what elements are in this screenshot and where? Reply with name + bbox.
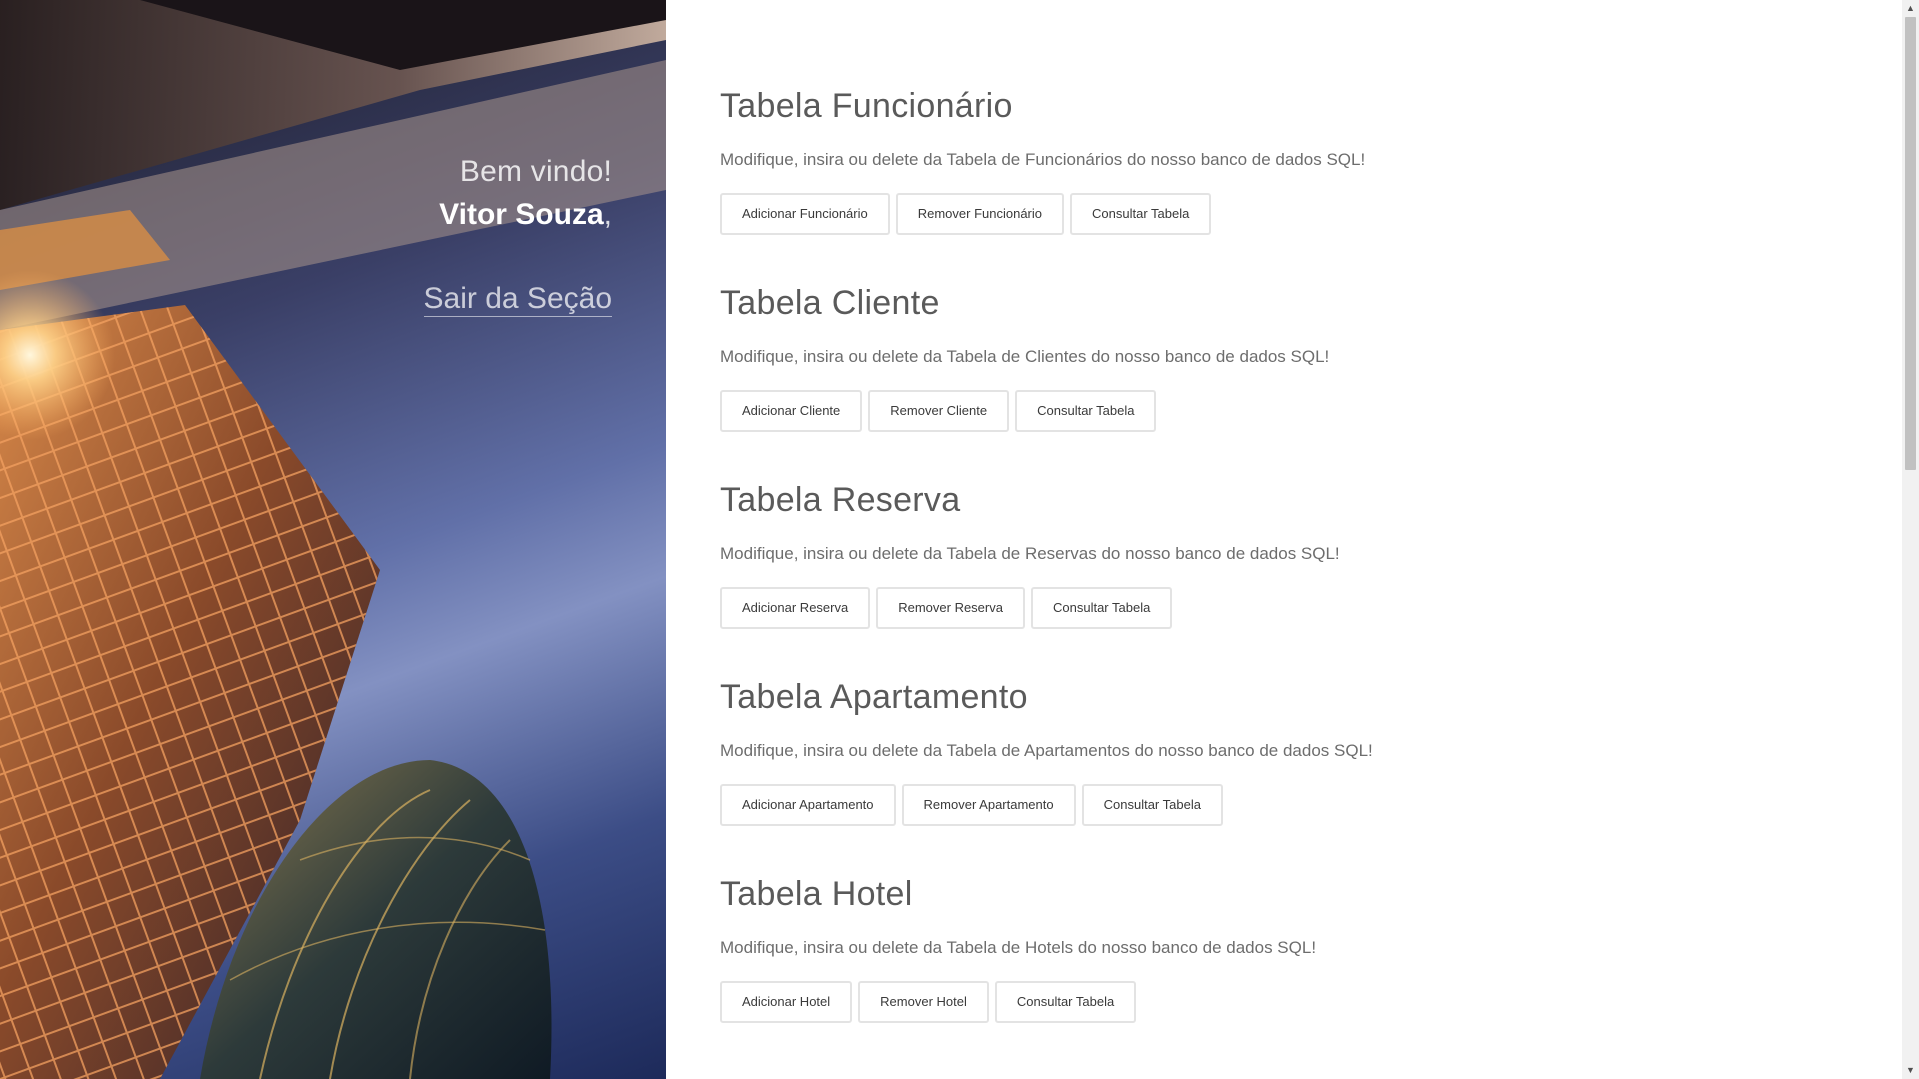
button-group: Adicionar Funcionário Remover Funcionári… xyxy=(720,193,1820,235)
add-cliente-button[interactable]: Adicionar Cliente xyxy=(720,390,863,432)
section-description: Modifique, insira ou delete da Tabela de… xyxy=(720,938,1317,957)
add-hotel-button[interactable]: Adicionar Hotel xyxy=(720,981,853,1023)
logout-link[interactable]: Sair da Seção xyxy=(423,282,612,317)
scrollbar-thumb[interactable] xyxy=(1905,17,1916,470)
section-cliente: Tabela Cliente Modifique, insira ou dele… xyxy=(720,279,1820,476)
section-funcionario: Tabela Funcionário Modifique, insira ou … xyxy=(720,82,1820,279)
section-title: Tabela Funcionário xyxy=(720,87,1013,125)
remove-funcionario-button[interactable]: Remover Funcionário xyxy=(895,193,1065,235)
section-title: Tabela Cliente xyxy=(720,284,940,322)
section-title: Tabela Reserva xyxy=(720,481,961,519)
section-description: Modifique, insira ou delete da Tabela de… xyxy=(720,741,1373,760)
welcome-text: Bem vindo! xyxy=(459,155,612,188)
remove-hotel-button[interactable]: Remover Hotel xyxy=(858,981,989,1023)
remove-cliente-button[interactable]: Remover Cliente xyxy=(868,390,1010,432)
greeting: Bem vindo! Vitor Souza, xyxy=(439,150,612,236)
section-description: Modifique, insira ou delete da Tabela de… xyxy=(720,347,1330,366)
triangle-down-icon[interactable]: ▼ xyxy=(1902,1062,1919,1079)
triangle-up-icon[interactable]: ▲ xyxy=(1902,0,1919,17)
section-reserva: Tabela Reserva Modifique, insira ou dele… xyxy=(720,476,1820,673)
section-description: Modifique, insira ou delete da Tabela de… xyxy=(720,544,1340,563)
add-reserva-button[interactable]: Adicionar Reserva xyxy=(720,587,871,629)
section-title: Tabela Hotel xyxy=(720,875,913,913)
section-hotel: Tabela Hotel Modifique, insira ou delete… xyxy=(720,870,1820,1067)
button-group: Adicionar Apartamento Remover Apartament… xyxy=(720,784,1820,826)
section-apartamento: Tabela Apartamento Modifique, insira ou … xyxy=(720,673,1820,870)
page: Bem vindo! Vitor Souza, Sair da Seção Ta… xyxy=(0,0,1919,1079)
query-hotel-button[interactable]: Consultar Tabela xyxy=(994,981,1137,1023)
query-apartamento-button[interactable]: Consultar Tabela xyxy=(1081,784,1223,826)
name-suffix: , xyxy=(603,198,612,231)
hero-panel: Bem vindo! Vitor Souza, Sair da Seção xyxy=(0,0,666,1079)
remove-reserva-button[interactable]: Remover Reserva xyxy=(876,587,1025,629)
button-group: Adicionar Hotel Remover Hotel Consultar … xyxy=(720,981,1820,1023)
main-content: Tabela Funcionário Modifique, insira ou … xyxy=(720,82,1820,1067)
query-cliente-button[interactable]: Consultar Tabela xyxy=(1015,390,1157,432)
user-name: Vitor Souza xyxy=(439,198,604,231)
section-title: Tabela Apartamento xyxy=(720,678,1028,716)
vertical-scrollbar[interactable]: ▲ ▼ xyxy=(1902,0,1919,1079)
button-group: Adicionar Reserva Remover Reserva Consul… xyxy=(720,587,1820,629)
query-reserva-button[interactable]: Consultar Tabela xyxy=(1030,587,1173,629)
remove-apartamento-button[interactable]: Remover Apartamento xyxy=(901,784,1076,826)
button-group: Adicionar Cliente Remover Cliente Consul… xyxy=(720,390,1820,432)
user-name-line: Vitor Souza, xyxy=(439,194,612,236)
add-apartamento-button[interactable]: Adicionar Apartamento xyxy=(720,784,896,826)
query-funcionario-button[interactable]: Consultar Tabela xyxy=(1070,193,1212,235)
add-funcionario-button[interactable]: Adicionar Funcionário xyxy=(720,193,890,235)
section-description: Modifique, insira ou delete da Tabela de… xyxy=(720,150,1366,169)
